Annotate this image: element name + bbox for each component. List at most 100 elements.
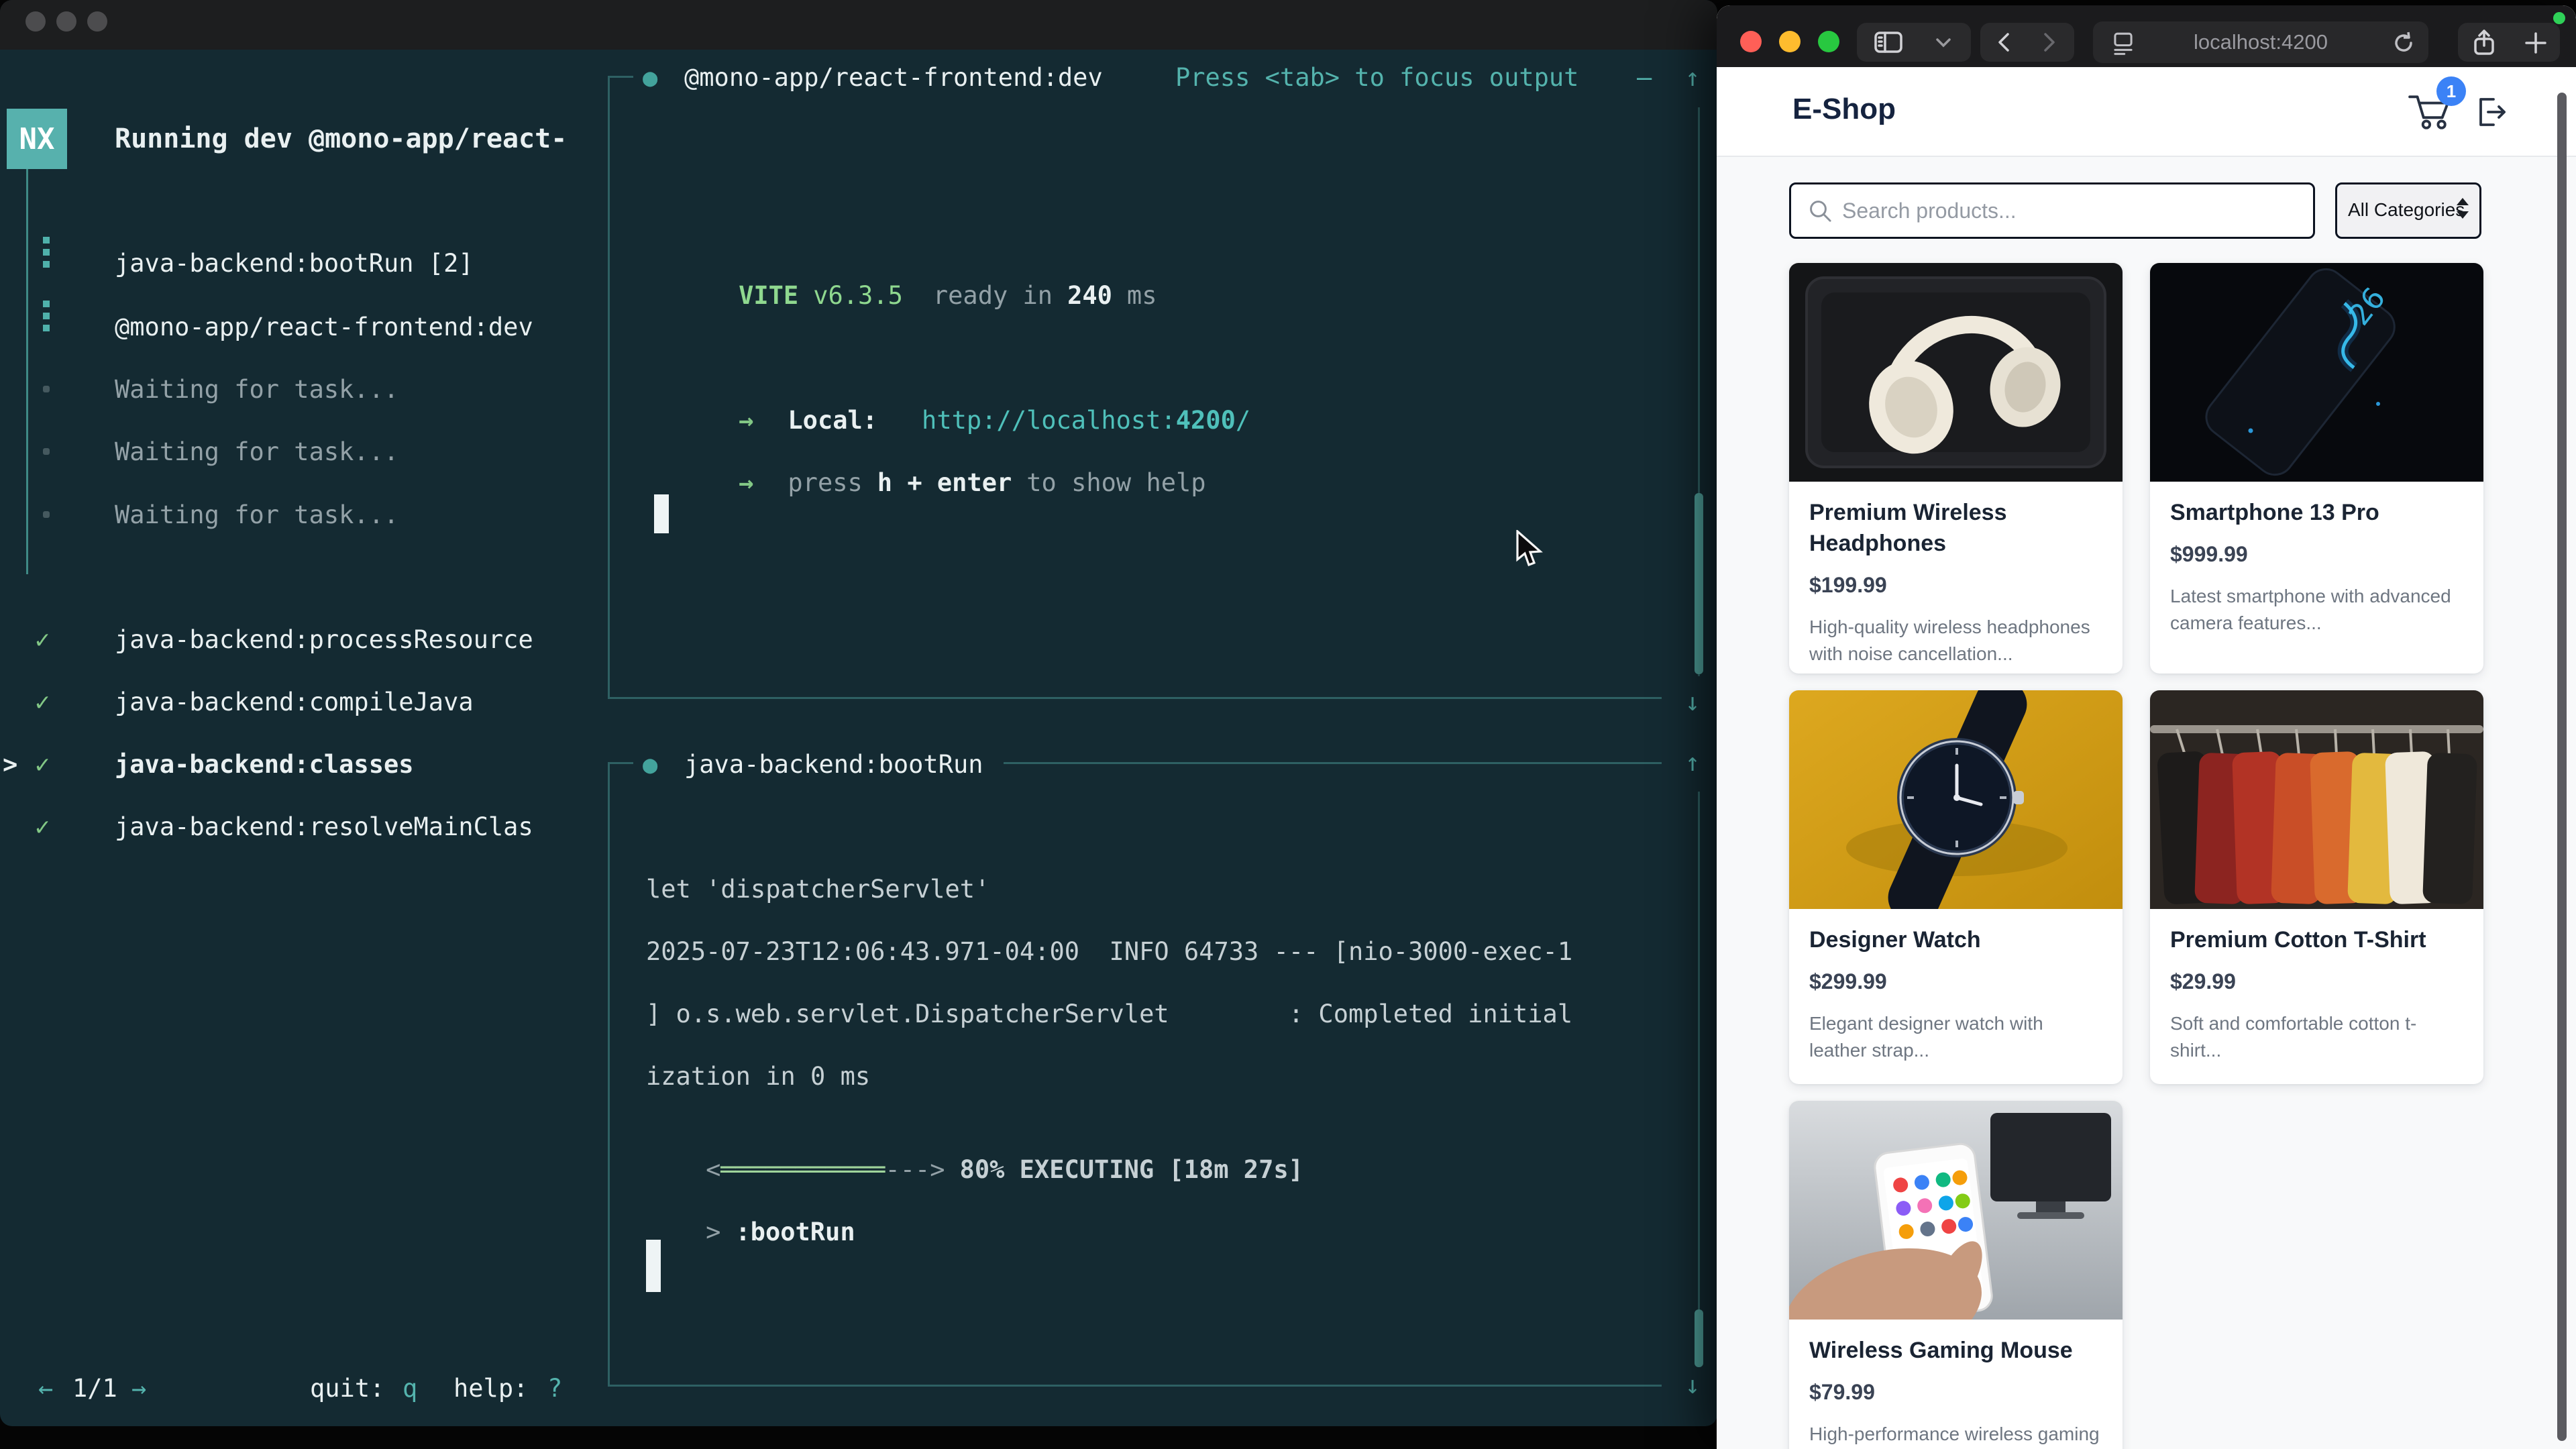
task-label: java-backend:classes [115, 749, 414, 780]
scrollbar-thumb[interactable] [1695, 1309, 1703, 1367]
window-close-icon[interactable] [1740, 31, 1762, 52]
pane-border [608, 697, 1662, 699]
product-image-smartphone: 26 [2150, 263, 2483, 482]
select-arrows-icon [2457, 211, 2469, 219]
window-zoom-icon[interactable] [87, 11, 107, 32]
waiting-dot-icon [43, 511, 50, 518]
terminal-titlebar [0, 0, 1717, 50]
spinner-icon [43, 249, 50, 256]
category-select-value: All Categories [2348, 199, 2465, 221]
task-label: Waiting for task... [115, 437, 398, 468]
vite-ready-ms: 240 [1067, 281, 1112, 310]
local-url[interactable]: http://localhost:4200/ [922, 406, 1250, 435]
check-icon: ✓ [35, 812, 50, 843]
progress-label: 80% EXECUTING [18m 27s] [960, 1155, 1303, 1184]
mouse-cursor [1515, 530, 1546, 569]
pane-bullet-icon: ● [643, 749, 657, 780]
share-icon[interactable] [2470, 28, 2498, 58]
product-name: Smartphone 13 Pro [2170, 498, 2463, 529]
product-price: $79.99 [1809, 1380, 2102, 1405]
task-label: java-backend:bootRun [2] [115, 248, 474, 279]
local-url-host: http://localhost: [922, 406, 1176, 435]
scroll-down-icon[interactable]: ↓ [1685, 1370, 1700, 1401]
local-url-slash: / [1236, 406, 1250, 435]
page-scrollbar[interactable] [2557, 93, 2567, 1441]
product-card[interactable]: 26 Smartphone 13 Pro $999.99 Latest smar… [2150, 263, 2483, 674]
product-card[interactable]: Premium Wireless Headphones $199.99 High… [1789, 263, 2123, 674]
log-line: ization in 0 ms [646, 1061, 870, 1092]
browser-window: localhost:4200 E-Shop 1 [1717, 5, 2576, 1449]
selection-chevron-icon: > [3, 749, 17, 780]
scrollbar-track [1698, 792, 1700, 1367]
product-price: $199.99 [1809, 573, 2102, 598]
waiting-dot-icon [43, 386, 50, 392]
scrollbar-thumb[interactable] [1695, 493, 1703, 674]
task-label: java-backend:resolveMainClas [115, 812, 533, 843]
shop-header: E-Shop 1 [1717, 67, 2576, 157]
waiting-dot-icon [43, 448, 50, 455]
sidebar-toggle-button[interactable] [1857, 23, 1971, 62]
help-post: to show help [1026, 468, 1205, 497]
task-label: Waiting for task... [115, 500, 398, 531]
product-description: High-performance wireless gaming mouse..… [1809, 1421, 2102, 1449]
nx-logo: NX [7, 109, 67, 169]
new-tab-icon[interactable] [2522, 30, 2549, 56]
sidebar-icon [1873, 30, 1904, 55]
log-line: 2025-07-23T12:06:43.971-04:00 INFO 64733… [646, 936, 1572, 967]
spinner-icon [43, 325, 50, 331]
terminal-run-title: Running dev @mono-app/react- [115, 123, 567, 155]
back-icon[interactable] [1992, 30, 2017, 54]
search-input[interactable]: Search products... [1789, 182, 2315, 239]
pager-right-icon: → [131, 1373, 146, 1404]
nav-buttons [1980, 23, 2074, 62]
pane-title: @mono-app/react-frontend:dev [684, 62, 1103, 93]
product-name: Premium Wireless Headphones [1809, 498, 2102, 559]
check-icon: ✓ [35, 749, 50, 780]
vite-help-line: →pressh + enterto show help [679, 437, 1206, 529]
product-card[interactable]: Wireless Gaming Mouse $79.99 High-perfor… [1789, 1101, 2123, 1449]
scroll-up-icon[interactable]: ↑ [1685, 747, 1700, 778]
product-description: Latest smartphone with advanced camera f… [2170, 583, 2463, 637]
vite-ready-line: VITEv6.3.5ready in240ms [679, 250, 1157, 342]
search-icon [1806, 197, 1834, 225]
product-description: Soft and comfortable cotton t-shirt... [2170, 1010, 2463, 1065]
reload-icon[interactable] [2391, 30, 2416, 56]
product-image-tshirts [2150, 690, 2483, 909]
chevron-down-icon [1932, 36, 1955, 50]
product-card[interactable]: Designer Watch $299.99 Elegant designer … [1789, 690, 2123, 1084]
select-arrows-icon [2457, 198, 2469, 205]
window-minimize-icon[interactable] [1779, 31, 1801, 52]
address-bar[interactable]: localhost:4200 [2093, 21, 2428, 63]
quit-hint-key: q [402, 1373, 417, 1404]
logout-icon[interactable] [2471, 93, 2510, 131]
product-card[interactable]: Premium Cotton T-Shirt $29.99 Soft and c… [2150, 690, 2483, 1084]
category-select[interactable]: All Categories [2335, 182, 2481, 239]
pane-border [608, 76, 610, 698]
vite-version: v6.3.5 [813, 281, 903, 310]
arrow-icon: → [739, 406, 753, 435]
help-keys: h + enter [877, 468, 1012, 497]
check-icon: ✓ [35, 687, 50, 718]
window-close-icon[interactable] [25, 11, 46, 32]
vite-ready-unit: ms [1127, 281, 1157, 310]
product-price: $299.99 [1809, 969, 2102, 994]
task-tree-line [26, 169, 28, 574]
spinner-icon [43, 237, 50, 244]
address-url: localhost:4200 [2093, 21, 2428, 63]
forward-icon[interactable] [2037, 30, 2061, 54]
pane-border [1004, 762, 1662, 764]
product-price: $29.99 [2170, 969, 2463, 994]
task-label: Waiting for task... [115, 374, 398, 405]
browser-toolbar: localhost:4200 [1717, 5, 2576, 67]
pane-border [608, 1385, 1662, 1387]
product-image-headphones [1789, 263, 2123, 482]
progress-tail: ---> [885, 1155, 945, 1184]
pane-focus-hint: Press <tab> to focus output [1175, 62, 1578, 93]
window-minimize-icon[interactable] [56, 11, 76, 32]
scroll-down-icon[interactable]: ↓ [1685, 687, 1700, 718]
terminal-cursor [646, 1240, 661, 1292]
product-description: High-quality wireless headphones with no… [1809, 614, 2102, 668]
window-zoom-icon[interactable] [1818, 31, 1839, 52]
scroll-up-icon[interactable]: ↑ [1685, 62, 1700, 93]
toolbar-actions [2458, 23, 2560, 62]
